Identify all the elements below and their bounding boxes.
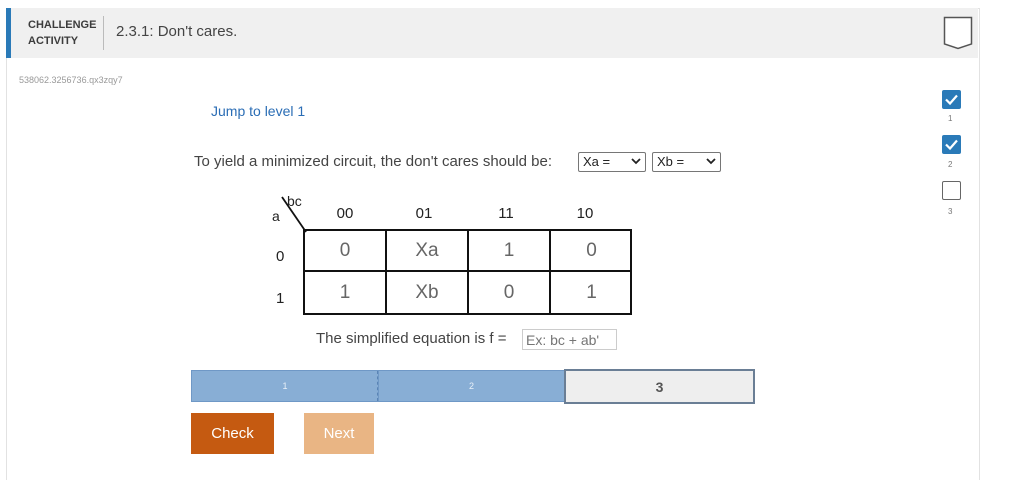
progress-divider (377, 371, 378, 401)
chevron-down-icon (631, 158, 641, 165)
jump-to-level-link[interactable]: Jump to level 1 (211, 103, 305, 119)
check-icon (945, 139, 958, 151)
xa-select[interactable]: Xa = (578, 152, 646, 172)
progress-segment-label: 1 (282, 381, 288, 391)
level-number: 2 (948, 160, 953, 169)
question-prompt: To yield a minimized circuit, the don't … (194, 153, 553, 170)
equation-label: The simplified equation is f = (316, 330, 507, 347)
kmap-cell: 0 (469, 272, 551, 313)
kmap-cell: 0 (305, 231, 387, 272)
progress-segment-label: 2 (468, 381, 474, 391)
xb-select-value: Xb = (657, 154, 685, 169)
equation-input[interactable] (522, 329, 617, 350)
progress-segment-1[interactable]: 1 (191, 370, 379, 402)
kmap-row-header: 0 (276, 248, 285, 265)
check-icon (945, 94, 958, 106)
progress-segment-2[interactable]: 2 (378, 370, 565, 402)
activity-type-label: CHALLENGE ACTIVITY (28, 19, 97, 47)
level-number: 1 (948, 114, 953, 123)
chevron-down-icon (706, 158, 716, 165)
xa-select-value: Xa = (583, 154, 611, 169)
kmap-cell: 1 (305, 272, 387, 313)
progress-segment-3[interactable]: 3 (564, 369, 755, 404)
level-1-status[interactable] (942, 90, 961, 109)
next-button[interactable]: Next (304, 413, 374, 454)
kmap-column-header: 01 (415, 205, 433, 222)
check-button[interactable]: Check (191, 413, 274, 454)
level-3-status[interactable] (942, 181, 961, 200)
activity-header: CHALLENGE ACTIVITY 2.3.1: Don't cares. (6, 8, 978, 58)
activity-id: 538062.3256736.qx3zqy7 (19, 75, 123, 85)
kmap-cell: Xa (387, 231, 469, 272)
xb-select[interactable]: Xb = (652, 152, 721, 172)
kmap-cell: 0 (551, 231, 632, 272)
progress-segment-label: 3 (655, 378, 664, 395)
header-divider (103, 16, 104, 50)
kmap-column-header: 10 (576, 205, 594, 222)
bookmark-icon[interactable] (943, 16, 973, 50)
activity-title: 2.3.1: Don't cares. (116, 23, 238, 40)
karnaugh-map: 0 Xa 1 0 1 Xb 0 1 (303, 229, 632, 315)
level-number: 3 (948, 207, 953, 216)
level-2-status[interactable] (942, 135, 961, 154)
kmap-column-variable: bc (287, 193, 302, 209)
kmap-cell: 1 (469, 231, 551, 272)
kmap-cell: Xb (387, 272, 469, 313)
kmap-row-header: 1 (276, 290, 285, 307)
kmap-row-variable: a (272, 208, 280, 224)
kmap-cell: 1 (586, 281, 597, 303)
kmap-column-header: 00 (336, 205, 354, 222)
kmap-column-header: 11 (498, 205, 514, 222)
